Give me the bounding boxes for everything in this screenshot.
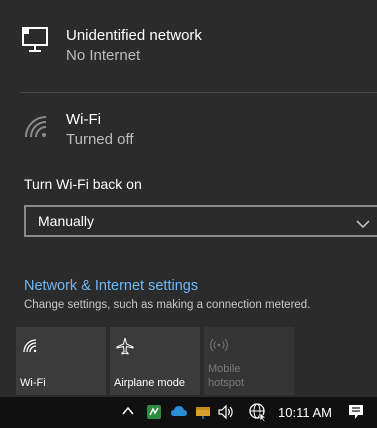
network-settings-description: Change settings, such as making a connec… <box>24 299 311 311</box>
network-flyout: Unidentified network No Internet Wi-Fi T… <box>0 0 377 397</box>
green-app-icon[interactable] <box>146 404 162 425</box>
network-drive-icon[interactable] <box>194 404 212 425</box>
wifi-back-on-dropdown[interactable]: Manually <box>24 205 377 237</box>
dropdown-selected-value: Manually <box>38 213 95 229</box>
onedrive-icon[interactable] <box>170 404 188 423</box>
taskbar-clock[interactable]: 10:11 AM <box>278 405 332 420</box>
wifi-icon <box>22 337 38 358</box>
network-item-ethernet[interactable]: Unidentified network No Internet <box>20 26 202 66</box>
tile-label-line1: Mobile <box>208 363 241 375</box>
chevron-down-icon <box>356 216 370 234</box>
network-settings-link[interactable]: Network & Internet settings <box>24 278 198 294</box>
airplane-icon <box>116 337 134 360</box>
network-status: Turned off <box>66 131 134 148</box>
tile-label: Airplane mode <box>114 377 185 389</box>
divider <box>20 92 377 93</box>
settings-panel: Network & Internet settings Change setti… <box>0 270 377 397</box>
ethernet-monitor-icon <box>20 26 56 62</box>
wifi-back-on-label: Turn Wi-Fi back on <box>24 176 142 192</box>
network-item-wifi[interactable]: Wi-Fi Turned off <box>20 110 134 150</box>
tile-label-line2: hotspot <box>208 377 245 389</box>
network-name: Unidentified network <box>66 27 202 44</box>
tile-label: Wi-Fi <box>20 377 46 389</box>
network-name: Wi-Fi <box>66 111 101 128</box>
wifi-off-icon <box>20 110 56 146</box>
chevron-up-icon[interactable] <box>121 404 135 423</box>
tile-label: Mobile hotspot <box>208 362 244 390</box>
network-globe-icon[interactable] <box>248 402 268 427</box>
volume-icon[interactable] <box>217 404 235 425</box>
network-status: No Internet <box>66 47 141 64</box>
quick-action-wifi[interactable]: Wi-Fi <box>16 327 106 395</box>
quick-action-airplane-mode[interactable]: Airplane mode <box>110 327 200 395</box>
taskbar: 10:11 AM <box>0 397 377 428</box>
notifications-icon[interactable] <box>348 404 364 425</box>
quick-action-mobile-hotspot[interactable]: Mobile hotspot <box>204 327 294 395</box>
hotspot-icon <box>210 337 228 358</box>
